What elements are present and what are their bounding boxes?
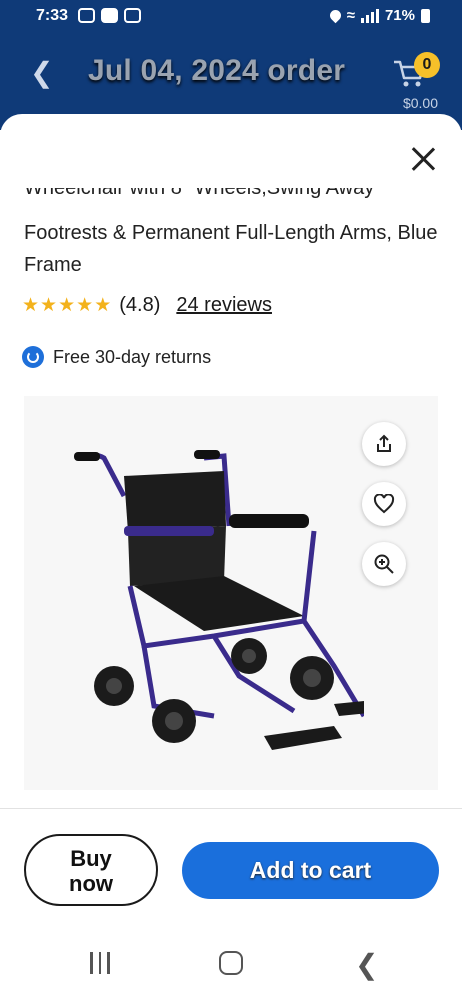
add-to-cart-button[interactable]: Add to cart: [182, 842, 439, 899]
message-icon: [124, 8, 141, 23]
status-bar: 7:33 ≈ 71%: [0, 0, 462, 32]
product-sheet: Wheelchair with 8" Wheels,Swing Away Foo…: [0, 114, 462, 1000]
wheelchair-image: [74, 450, 364, 750]
star-icon: ★: [94, 294, 112, 316]
reviews-link[interactable]: 24 reviews: [176, 294, 272, 317]
sound-icon: [78, 8, 95, 23]
product-title: Footrests & Permanent Full-Length Arms, …: [24, 222, 438, 276]
returns-icon: [22, 346, 44, 368]
returns-info: Free 30-day returns: [22, 346, 211, 368]
notification-icons: [78, 8, 141, 23]
order-header: ❮ Jul 04, 2024 order 0 $0.00: [0, 40, 462, 111]
product-title-partial-text: Wheelchair with 8" Wheels,Swing Away: [24, 188, 375, 199]
star-icon: ★: [76, 294, 94, 316]
rating-value: (4.8): [119, 294, 161, 316]
battery-percent: 71%: [384, 7, 415, 24]
divider: [0, 808, 462, 809]
star-icon: ★: [22, 294, 40, 316]
returns-label: Free 30-day returns: [53, 346, 212, 367]
rating-stars: ★ ★ ★ ★ ★: [22, 294, 112, 316]
wifi-icon: ≈: [346, 7, 355, 24]
android-nav-bar: ❮: [0, 936, 462, 1000]
buy-now-button[interactable]: Buy now: [24, 834, 158, 906]
share-button[interactable]: [362, 422, 406, 466]
cart-total: $0.00: [402, 95, 438, 111]
status-right: ≈ 71%: [327, 7, 430, 24]
zoom-icon: [374, 554, 394, 574]
zoom-button[interactable]: [362, 542, 406, 586]
battery-icon: [421, 8, 430, 23]
header-bar: 7:33 ≈ 71% ❮ Jul 04, 2024 order 0 $0.00: [0, 0, 462, 130]
product-title-partial: Wheelchair with 8" Wheels,Swing Away: [24, 188, 434, 208]
favorite-button[interactable]: [362, 482, 406, 526]
cart-count-badge: 0: [414, 52, 440, 78]
signal-icon: [360, 8, 379, 23]
star-icon: ★: [58, 294, 76, 316]
recent-apps-icon[interactable]: [90, 952, 110, 974]
location-icon: [327, 7, 344, 24]
back-icon[interactable]: ❮: [30, 56, 53, 89]
share-icon: [377, 434, 391, 452]
home-icon[interactable]: [219, 951, 243, 975]
cart-button[interactable]: 0 $0.00: [392, 46, 440, 111]
rating-row: ★ ★ ★ ★ ★ (4.8) 24 reviews: [22, 294, 272, 317]
star-icon: ★: [40, 294, 58, 316]
close-icon[interactable]: [410, 146, 436, 172]
nav-back-icon[interactable]: ❮: [355, 948, 378, 981]
status-time: 7:33: [36, 7, 69, 24]
heart-icon: [373, 494, 395, 514]
product-image-area[interactable]: [24, 396, 438, 790]
youtube-icon: [101, 8, 118, 23]
page-title: Jul 04, 2024 order: [88, 54, 346, 87]
